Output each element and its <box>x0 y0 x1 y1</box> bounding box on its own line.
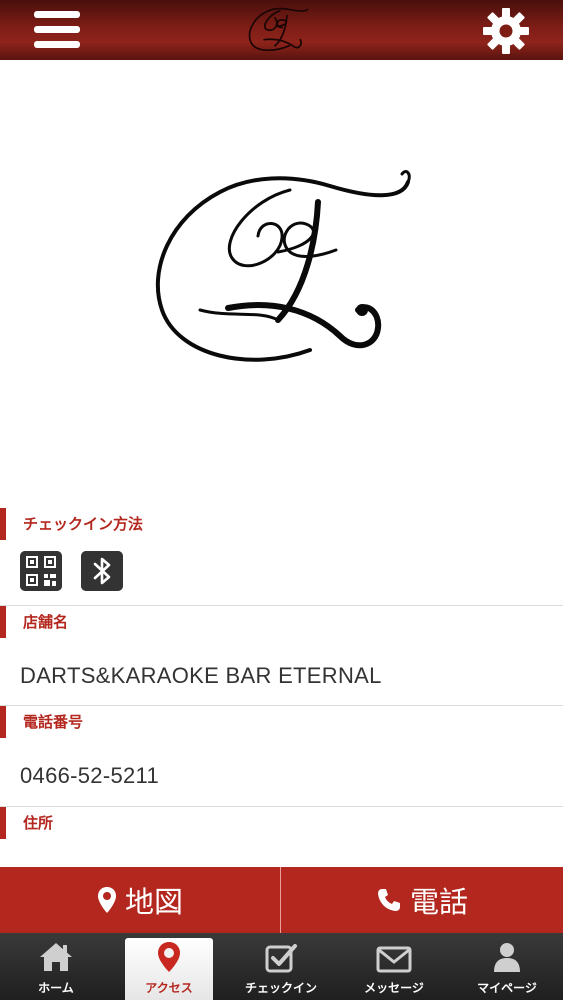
phone-number-value[interactable]: 0466-52-5211 <box>20 763 159 789</box>
map-button-label: 地図 <box>124 885 183 919</box>
tab-home[interactable]: ホーム <box>0 933 112 1000</box>
envelope-icon <box>376 946 412 973</box>
tab-mypage[interactable]: マイページ <box>451 933 563 1000</box>
tab-access-label: アクセス <box>145 981 193 995</box>
gear-icon[interactable] <box>482 7 530 55</box>
tab-checkin-label: チェックイン <box>244 981 317 995</box>
hamburger-menu-icon[interactable] <box>34 11 80 49</box>
call-button-label: 電話 <box>409 885 468 919</box>
top-navigation-bar <box>0 0 563 60</box>
map-pin-icon <box>158 942 180 972</box>
tab-message-label: メッセージ <box>364 981 424 995</box>
person-icon <box>494 943 520 972</box>
tab-checkin[interactable]: チェックイン <box>225 933 337 1000</box>
checkbox-icon <box>265 944 297 973</box>
store-name-section: 店舗名 DARTS&KARAOKE BAR ETERNAL <box>0 606 563 706</box>
map-button[interactable]: 地図 <box>0 867 280 933</box>
phone-label: 電話番号 <box>0 706 83 738</box>
store-name-value: DARTS&KARAOKE BAR ETERNAL <box>20 663 382 688</box>
checkin-method-label: チェックイン方法 <box>0 508 143 540</box>
checkin-method-section: チェックイン方法 <box>0 508 563 606</box>
home-icon <box>40 943 72 971</box>
phone-section: 電話番号 0466-52-5211 <box>0 706 563 807</box>
tab-access[interactable]: アクセス <box>125 938 213 1000</box>
qr-code-icon[interactable] <box>20 551 62 591</box>
action-bar: 地図 電話 <box>0 867 563 933</box>
map-pin-icon <box>97 887 116 913</box>
eternal-logo-icon <box>248 7 309 52</box>
address-label: 住所 <box>0 807 53 839</box>
bottom-tab-bar: ホーム アクセス チェックイン メッセージ マイページ <box>0 933 563 1000</box>
store-logo-area <box>0 60 563 508</box>
tab-home-label: ホーム <box>38 981 74 995</box>
bluetooth-icon[interactable] <box>81 551 123 591</box>
call-button[interactable]: 電話 <box>281 867 563 933</box>
address-section: 住所 <box>0 807 563 867</box>
tab-mypage-label: マイページ <box>477 981 537 995</box>
store-name-label: 店舗名 <box>0 606 68 638</box>
phone-icon <box>377 889 400 911</box>
tab-message[interactable]: メッセージ <box>338 933 450 1000</box>
eternal-logo-icon <box>155 170 411 362</box>
